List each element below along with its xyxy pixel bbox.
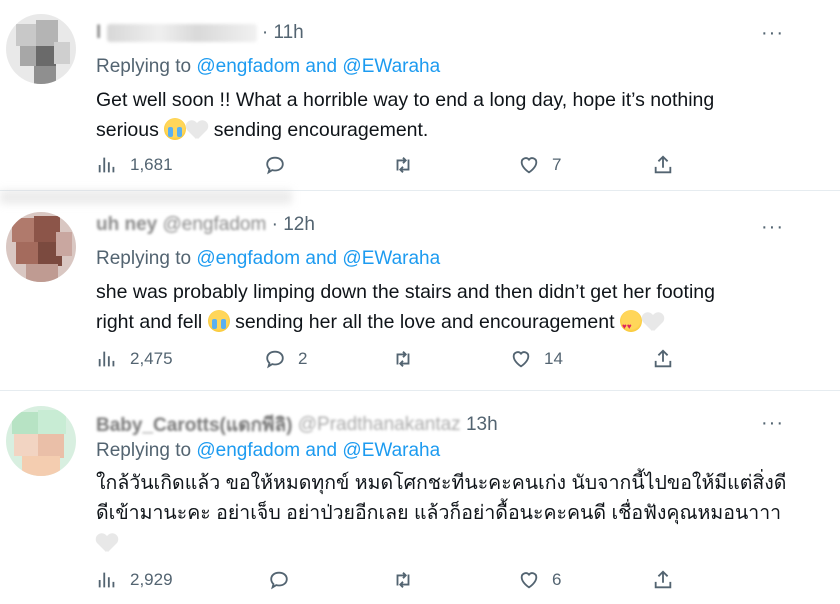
crying-face-emoji xyxy=(207,310,230,332)
blurred-name xyxy=(106,24,257,42)
more-options-icon[interactable]: ··· xyxy=(761,22,784,45)
retweet-icon xyxy=(396,351,410,367)
white-heart-emoji xyxy=(642,310,664,332)
mention-link[interactable]: @engfadom xyxy=(196,56,300,77)
mention-link[interactable]: @EWaraha xyxy=(342,248,440,269)
heart-icon xyxy=(520,572,538,589)
tweet-time[interactable]: · 11h xyxy=(262,22,304,43)
author-name[interactable]: Baby_Carotts(แดกพีลิ) xyxy=(96,410,292,440)
like-count: 7 xyxy=(552,155,562,174)
more-options-icon[interactable]: ··· xyxy=(761,412,784,435)
text-line: Get well soon !! What a horrible way to … xyxy=(96,89,715,111)
text-segment: sending encouragement. xyxy=(208,119,429,141)
heart-icon xyxy=(512,351,530,368)
mention-link[interactable]: @engfadom xyxy=(196,440,300,461)
mention-link[interactable]: @engfadom xyxy=(196,248,300,269)
avatar[interactable] xyxy=(6,406,76,476)
more-options-icon[interactable]: ··· xyxy=(761,216,784,239)
tweet-3[interactable]: Baby_Carotts(แดกพีลิ) @Pradthanakantaz 1… xyxy=(0,390,840,604)
tweet-header: uh ney @engfadom · 12h xyxy=(96,214,315,236)
share-icon xyxy=(654,570,672,589)
retweet-button[interactable] xyxy=(392,344,426,374)
replying-to: Replying to @engfadom and @EWaraha xyxy=(96,248,440,270)
share-button[interactable] xyxy=(652,150,674,180)
reply-count: 2 xyxy=(298,349,308,368)
tweet-1[interactable]: I · 11h ··· Replying to @engfadom and @E… xyxy=(0,0,840,190)
heart-icon xyxy=(520,157,538,174)
retweet-icon xyxy=(396,572,410,588)
reply-icon xyxy=(266,350,284,369)
author-handle[interactable]: @Pradthanakantaz xyxy=(298,414,461,436)
views-button[interactable]: 2,929 xyxy=(96,565,173,595)
views-icon xyxy=(98,157,115,173)
tweet-text: Get well soon !! What a horrible way to … xyxy=(96,85,796,145)
reply-button[interactable] xyxy=(268,565,302,595)
tweet-actions: 1,681 7 xyxy=(96,150,686,180)
like-count: 14 xyxy=(544,349,563,368)
like-count: 6 xyxy=(552,570,562,589)
author-handle[interactable]: @engfadom xyxy=(163,214,267,236)
views-count: 2,475 xyxy=(130,349,173,368)
text-line: ดีเข้ามานะคะ อย่าเจ็บ อย่าป่วยอีกเลย แล้… xyxy=(96,502,782,524)
smiling-face-with-hearts-emoji xyxy=(619,310,642,342)
and-label: and xyxy=(300,56,343,77)
retweet-button[interactable] xyxy=(392,150,426,180)
tweet-2[interactable]: uh ney @engfadom · 12h ··· Replying to @… xyxy=(0,190,840,390)
tweet-header: I · 11h xyxy=(96,22,304,44)
text-segment: serious xyxy=(96,119,165,141)
share-button[interactable] xyxy=(652,344,674,374)
tweet-time[interactable]: 13h xyxy=(466,414,498,435)
crying-face-emoji xyxy=(164,118,187,140)
retweet-button[interactable] xyxy=(392,565,426,595)
views-button[interactable]: 2,475 xyxy=(96,344,173,374)
tweet-actions: 2,929 6 xyxy=(96,565,686,595)
text-segment: sending her all the love and encourageme… xyxy=(229,311,620,333)
views-count: 2,929 xyxy=(130,570,173,589)
share-button[interactable] xyxy=(652,565,674,595)
text-line: she was probably limping down the stairs… xyxy=(96,281,715,303)
mention-link[interactable]: @EWaraha xyxy=(342,440,440,461)
mention-link[interactable]: @EWaraha xyxy=(342,56,440,77)
like-button[interactable]: 14 xyxy=(510,344,563,374)
author-name[interactable]: I xyxy=(96,22,101,44)
views-count: 1,681 xyxy=(130,155,173,174)
and-label: and xyxy=(300,248,343,269)
replying-label: Replying to xyxy=(96,56,197,77)
white-heart-emoji xyxy=(186,118,208,140)
reply-icon xyxy=(270,571,288,590)
like-button[interactable]: 6 xyxy=(518,565,561,595)
tweet-text: she was probably limping down the stairs… xyxy=(96,277,796,342)
avatar[interactable] xyxy=(6,14,76,84)
and-label: and xyxy=(300,440,343,461)
replying-label: Replying to xyxy=(96,248,197,269)
replying-to: Replying to @engfadom and @EWaraha xyxy=(96,440,440,462)
author-name[interactable]: uh ney xyxy=(96,214,157,236)
tweet-header: Baby_Carotts(แดกพีลิ) @Pradthanakantaz 1… xyxy=(96,410,498,440)
retweet-icon xyxy=(396,157,410,173)
share-icon xyxy=(654,155,672,174)
reply-icon xyxy=(266,156,284,175)
views-icon xyxy=(98,572,115,588)
blur-overlay xyxy=(0,190,292,204)
text-line: serious sending encouragement. xyxy=(96,115,796,145)
white-heart-emoji xyxy=(96,531,118,553)
replying-to: Replying to @engfadom and @EWaraha xyxy=(96,56,440,78)
views-button[interactable]: 1,681 xyxy=(96,150,173,180)
like-button[interactable]: 7 xyxy=(518,150,561,180)
views-icon xyxy=(98,351,115,367)
reply-button[interactable] xyxy=(264,150,298,180)
text-segment: right and fell xyxy=(96,311,208,333)
text-line: ใกล้วันเกิดแล้ว ขอให้หมดทุกข์ หมดโศกชะที… xyxy=(96,472,787,494)
text-line: right and fell sending her all the love … xyxy=(96,307,796,342)
share-icon xyxy=(654,349,672,368)
text-line xyxy=(96,528,796,558)
avatar[interactable] xyxy=(6,212,76,282)
replying-label: Replying to xyxy=(96,440,197,461)
tweet-actions: 2,475 2 14 xyxy=(96,344,686,374)
tweet-time[interactable]: · 12h xyxy=(272,214,315,235)
tweet-text: ใกล้วันเกิดแล้ว ขอให้หมดทุกข์ หมดโศกชะที… xyxy=(96,468,796,558)
reply-button[interactable]: 2 xyxy=(264,344,307,374)
